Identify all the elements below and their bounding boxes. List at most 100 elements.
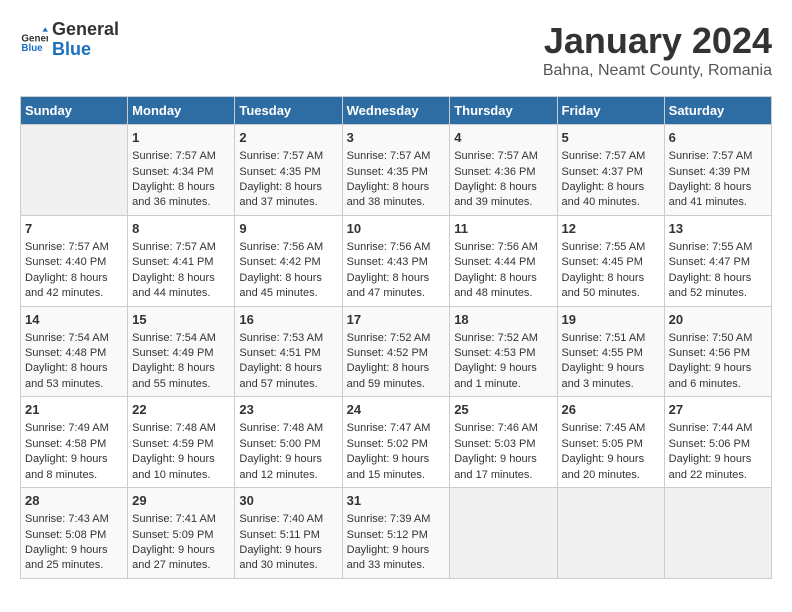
calendar-body: 1Sunrise: 7:57 AMSunset: 4:34 PMDaylight…	[21, 125, 772, 579]
day-info: and 55 minutes.	[132, 377, 230, 392]
day-info: and 59 minutes.	[347, 377, 446, 392]
day-info: Daylight: 8 hours	[239, 271, 337, 286]
calendar-subtitle: Bahna, Neamt County, Romania	[543, 62, 772, 80]
header-cell-wednesday: Wednesday	[342, 97, 450, 125]
day-cell: 25Sunrise: 7:46 AMSunset: 5:03 PMDayligh…	[450, 397, 557, 488]
day-number: 18	[454, 311, 552, 329]
day-number: 29	[132, 492, 230, 510]
day-info: and 48 minutes.	[454, 286, 552, 301]
day-info: Daylight: 8 hours	[669, 271, 767, 286]
day-info: Sunrise: 7:45 AM	[562, 421, 660, 436]
day-info: Daylight: 8 hours	[669, 180, 767, 195]
day-info: Sunrise: 7:44 AM	[669, 421, 767, 436]
day-number: 15	[132, 311, 230, 329]
day-info: Daylight: 9 hours	[562, 361, 660, 376]
day-info: Sunset: 4:35 PM	[347, 165, 446, 180]
day-cell: 9Sunrise: 7:56 AMSunset: 4:42 PMDaylight…	[235, 215, 342, 306]
day-number: 26	[562, 401, 660, 419]
day-cell: 8Sunrise: 7:57 AMSunset: 4:41 PMDaylight…	[128, 215, 235, 306]
day-info: and 6 minutes.	[669, 377, 767, 392]
day-info: Sunset: 5:08 PM	[25, 528, 123, 543]
day-number: 7	[25, 220, 123, 238]
day-number: 24	[347, 401, 446, 419]
day-info: Sunset: 5:11 PM	[239, 528, 337, 543]
day-cell: 24Sunrise: 7:47 AMSunset: 5:02 PMDayligh…	[342, 397, 450, 488]
day-info: Sunrise: 7:55 AM	[669, 240, 767, 255]
day-info: Sunset: 4:36 PM	[454, 165, 552, 180]
day-info: Sunset: 5:12 PM	[347, 528, 446, 543]
day-info: Sunrise: 7:43 AM	[25, 512, 123, 527]
header-cell-monday: Monday	[128, 97, 235, 125]
day-cell: 26Sunrise: 7:45 AMSunset: 5:05 PMDayligh…	[557, 397, 664, 488]
day-info: and 22 minutes.	[669, 468, 767, 483]
day-info: and 37 minutes.	[239, 195, 337, 210]
day-cell	[450, 488, 557, 579]
day-info: and 30 minutes.	[239, 558, 337, 573]
logo-general-text: General	[52, 20, 119, 40]
day-info: Sunset: 5:09 PM	[132, 528, 230, 543]
day-cell: 18 Sunrise: 7:52 AMSunset: 4:53 PMDayligh…	[450, 306, 557, 397]
day-number: 23	[239, 401, 337, 419]
day-info: Sunrise: 7:52 AM	[454, 331, 552, 346]
day-info: and 44 minutes.	[132, 286, 230, 301]
day-info: and 53 minutes.	[25, 377, 123, 392]
day-info: Sunset: 4:40 PM	[25, 255, 123, 270]
day-info: and 20 minutes.	[562, 468, 660, 483]
day-info: Daylight: 8 hours	[132, 361, 230, 376]
day-cell: 16Sunrise: 7:53 AMSunset: 4:51 PMDayligh…	[235, 306, 342, 397]
day-info: Sunrise: 7:56 AM	[454, 240, 552, 255]
day-info: Sunrise: 7:54 AM	[132, 331, 230, 346]
day-info: Sunset: 4:49 PM	[132, 346, 230, 361]
day-info: Sunrise: 7:49 AM	[25, 421, 123, 436]
calendar-title: January 2024	[543, 20, 772, 62]
day-info: and 15 minutes.	[347, 468, 446, 483]
day-info: Sunset: 4:52 PM	[347, 346, 446, 361]
day-number: 8	[132, 220, 230, 238]
day-number: 28	[25, 492, 123, 510]
day-info: Sunset: 4:44 PM	[454, 255, 552, 270]
day-info: Sunset: 5:00 PM	[239, 437, 337, 452]
day-info: Daylight: 9 hours	[25, 543, 123, 558]
day-number: 13	[669, 220, 767, 238]
day-info: Sunset: 5:06 PM	[669, 437, 767, 452]
day-number: 9	[239, 220, 337, 238]
day-info: Sunset: 4:37 PM	[562, 165, 660, 180]
day-cell: 13 Sunrise: 7:55 AMSunset: 4:47 PMDayligh…	[664, 215, 771, 306]
day-info: Daylight: 8 hours	[454, 271, 552, 286]
day-cell: 6Sunrise: 7:57 AMSunset: 4:39 PMDaylight…	[664, 125, 771, 216]
day-info: Sunset: 4:53 PM	[454, 346, 552, 361]
day-info: and 25 minutes.	[25, 558, 123, 573]
day-info: Sunrise: 7:51 AM	[562, 331, 660, 346]
header-cell-friday: Friday	[557, 97, 664, 125]
day-info: Sunset: 4:41 PM	[132, 255, 230, 270]
day-number: 19	[562, 311, 660, 329]
day-info: Daylight: 8 hours	[562, 271, 660, 286]
logo-blue-text: Blue	[52, 40, 119, 60]
day-info: and 47 minutes.	[347, 286, 446, 301]
day-info: Sunrise: 7:57 AM	[239, 149, 337, 164]
day-info: Sunset: 4:56 PM	[669, 346, 767, 361]
day-cell	[21, 125, 128, 216]
day-info: Daylight: 8 hours	[454, 180, 552, 195]
day-info: Sunrise: 7:39 AM	[347, 512, 446, 527]
day-cell: 11Sunrise: 7:56 AMSunset: 4:44 PMDayligh…	[450, 215, 557, 306]
day-info: Daylight: 8 hours	[562, 180, 660, 195]
day-number: 16	[239, 311, 337, 329]
calendar-table: SundayMondayTuesdayWednesdayThursdayFrid…	[20, 96, 772, 579]
day-info: Daylight: 9 hours	[239, 543, 337, 558]
day-number: 10	[347, 220, 446, 238]
day-number: 30	[239, 492, 337, 510]
day-info: Daylight: 8 hours	[347, 361, 446, 376]
day-info: Sunrise: 7:54 AM	[25, 331, 123, 346]
day-info: Daylight: 9 hours	[562, 452, 660, 467]
day-cell	[557, 488, 664, 579]
day-info: Daylight: 9 hours	[454, 361, 552, 376]
day-info: and 52 minutes.	[669, 286, 767, 301]
day-cell: 21Sunrise: 7:49 AMSunset: 4:58 PMDayligh…	[21, 397, 128, 488]
day-info: Sunrise: 7:41 AM	[132, 512, 230, 527]
day-cell: 17Sunrise: 7:52 AMSunset: 4:52 PMDayligh…	[342, 306, 450, 397]
day-info: Sunset: 4:47 PM	[669, 255, 767, 270]
day-info: Sunrise: 7:57 AM	[454, 149, 552, 164]
day-info: Daylight: 9 hours	[347, 543, 446, 558]
day-info: Sunrise: 7:48 AM	[132, 421, 230, 436]
